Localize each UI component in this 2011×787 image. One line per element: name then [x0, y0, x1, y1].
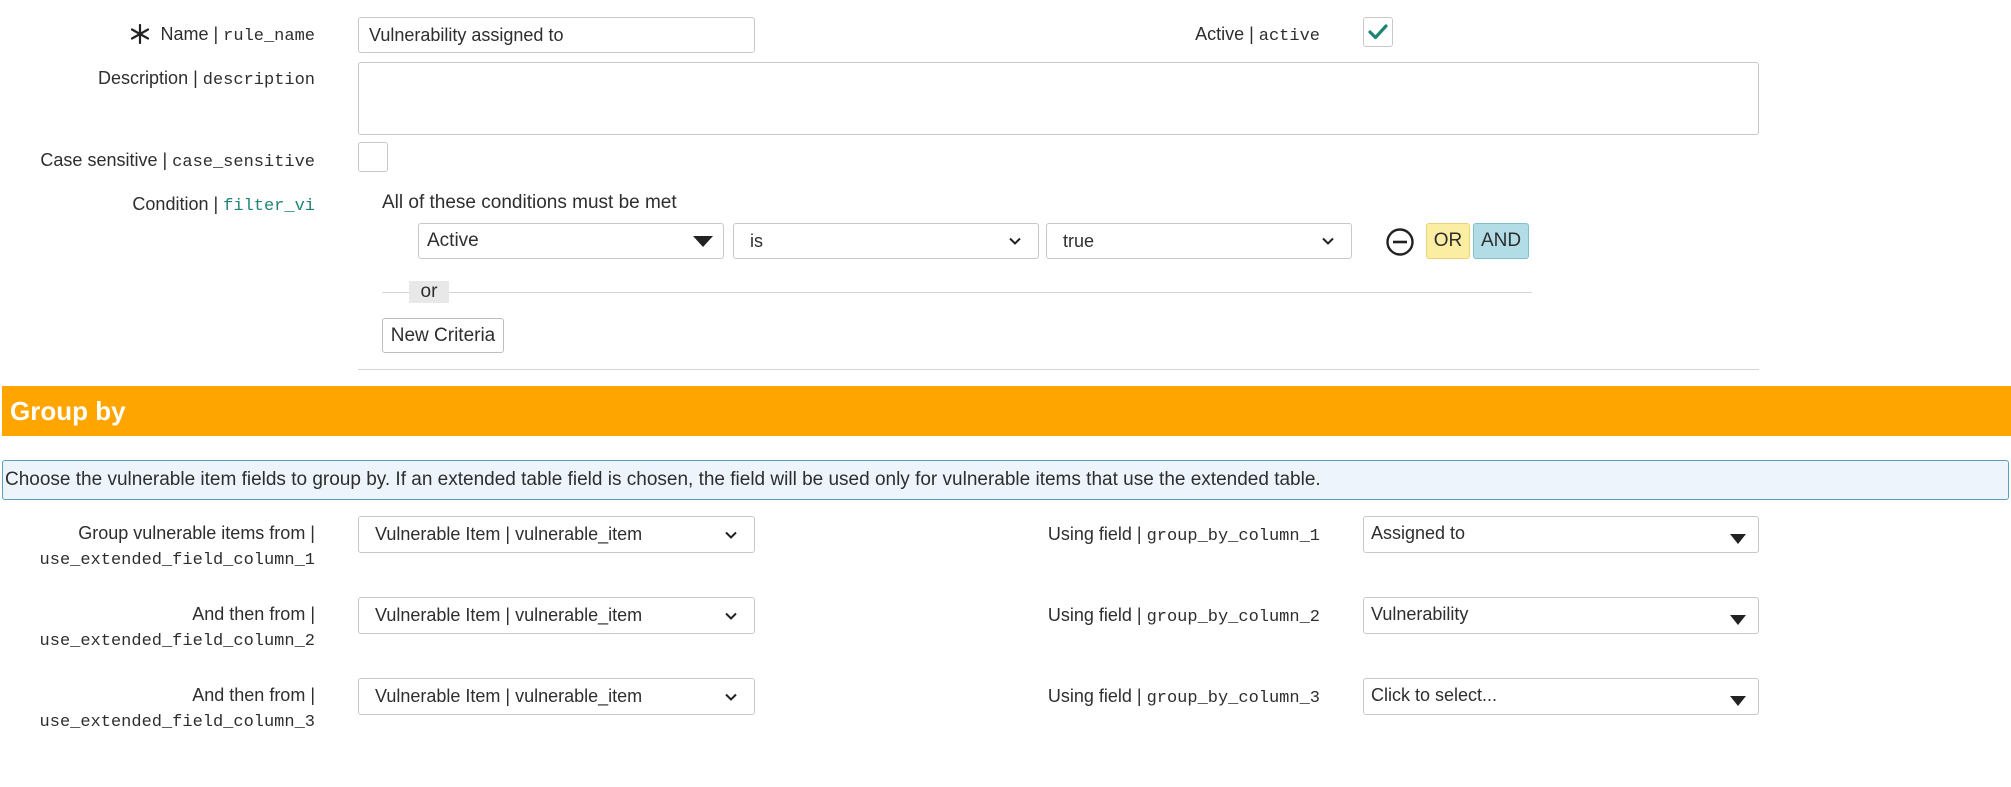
chevron-down-icon [1009, 237, 1021, 245]
caret-down-icon [693, 235, 713, 247]
condition-operator-value: is [750, 230, 763, 251]
name-label-text: Name | [160, 24, 219, 44]
group-from-select-3[interactable]: Vulnerable Item | vulnerable_item [358, 678, 755, 715]
group-by-header: Group by [2, 386, 2011, 436]
using-field-value-3: Click to select... [1371, 685, 1498, 705]
chevron-down-icon [725, 612, 737, 620]
condition-field-id: filter_vi [223, 197, 315, 216]
case-sensitive-checkbox[interactable] [358, 142, 388, 172]
active-field-id: active [1258, 27, 1320, 46]
group-from-field-id-3: use_extended_field_column_3 [39, 713, 315, 732]
using-field-label-3: Using field | group_by_column_3 [1000, 683, 1320, 712]
using-field-label-text-2: Using field | [1047, 605, 1142, 625]
required-indicator [128, 21, 152, 47]
or-button-label: OR [1433, 230, 1463, 251]
condition-label-text: Condition | [132, 194, 219, 214]
group-from-value-1: Vulnerable Item | vulnerable_item [375, 524, 643, 544]
name-input[interactable]: Vulnerability assigned to [358, 17, 755, 53]
group-from-select-2[interactable]: Vulnerable Item | vulnerable_item [358, 597, 755, 634]
using-field-id-3: group_by_column_3 [1146, 689, 1320, 708]
group-from-field-id-2: use_extended_field_column_2 [39, 632, 315, 651]
using-field-id-1: group_by_column_1 [1146, 527, 1320, 546]
asterisk-icon [130, 23, 150, 45]
using-field-select-3[interactable]: Click to select... [1363, 678, 1759, 715]
group-from-label-text-3: And then from | [192, 685, 315, 705]
using-field-value-2: Vulnerability [1371, 604, 1469, 624]
and-button-label: AND [1480, 230, 1522, 251]
or-button[interactable]: OR [1426, 223, 1470, 259]
active-checkbox[interactable] [1363, 17, 1393, 47]
group-from-value-2: Vulnerable Item | vulnerable_item [375, 605, 643, 625]
new-criteria-label: New Criteria [390, 324, 496, 346]
group-by-title: Group by [10, 395, 126, 426]
chevron-down-icon [1322, 237, 1334, 245]
condition-heading: All of these conditions must be met [382, 192, 677, 213]
new-criteria-button[interactable]: New Criteria [382, 318, 504, 353]
active-label-text: Active | [1195, 24, 1254, 44]
condition-value-value: true [1063, 230, 1095, 251]
name-input-value: Vulnerability assigned to [369, 24, 564, 45]
active-label: Active | active [1100, 21, 1320, 50]
chevron-down-icon [725, 531, 737, 539]
case-sensitive-field-id: case_sensitive [172, 153, 315, 172]
group-by-info-message: Choose the vulnerable item fields to gro… [2, 460, 2009, 500]
group-from-field-id-1: use_extended_field_column_1 [39, 551, 315, 570]
caret-down-icon [1730, 615, 1746, 625]
using-field-label-1: Using field | group_by_column_1 [1000, 521, 1320, 550]
group-from-select-1[interactable]: Vulnerable Item | vulnerable_item [358, 516, 755, 553]
chevron-down-icon [725, 693, 737, 701]
using-field-select-2[interactable]: Vulnerability [1363, 597, 1759, 634]
condition-field-select[interactable]: Active [418, 223, 724, 259]
or-separator-label: or [409, 281, 449, 303]
using-field-id-2: group_by_column_2 [1146, 608, 1320, 627]
minus-circle-icon [1386, 228, 1414, 256]
description-label-text: Description | [98, 68, 198, 88]
using-field-label-text-1: Using field | [1047, 524, 1142, 544]
description-field-id: description [202, 71, 315, 90]
condition-bottom-divider [358, 369, 1759, 370]
checkmark-icon [1368, 24, 1388, 40]
group-from-label-3: And then from | use_extended_field_colum… [20, 682, 315, 736]
condition-value-select[interactable]: true [1046, 223, 1352, 259]
caret-down-icon [1730, 534, 1746, 544]
condition-field-value: Active [427, 230, 479, 251]
case-sensitive-label: Case sensitive | case_sensitive [20, 147, 315, 176]
group-from-label-2: And then from | use_extended_field_colum… [20, 601, 315, 655]
or-separator-line [382, 292, 1532, 293]
description-label: Description | description [40, 65, 315, 94]
case-sensitive-label-text: Case sensitive | [40, 150, 168, 170]
name-field-id: rule_name [223, 27, 315, 46]
description-textarea[interactable] [358, 62, 1759, 135]
group-from-value-3: Vulnerable Item | vulnerable_item [375, 686, 643, 706]
using-field-value-1: Assigned to [1371, 523, 1466, 543]
name-label: Name | rule_name [150, 21, 315, 50]
and-button[interactable]: AND [1473, 223, 1529, 259]
using-field-label-text-3: Using field | [1047, 686, 1142, 706]
remove-condition-button[interactable] [1385, 227, 1415, 257]
group-from-label-text-2: And then from | [192, 604, 315, 624]
group-from-label-1: Group vulnerable items from | use_extend… [20, 520, 315, 574]
group-by-info-text: Choose the vulnerable item fields to gro… [5, 469, 1321, 490]
using-field-select-1[interactable]: Assigned to [1363, 516, 1759, 553]
group-from-label-text-1: Group vulnerable items from | [78, 523, 315, 543]
condition-label: Condition | filter_vi [80, 191, 315, 220]
caret-down-icon [1730, 696, 1746, 706]
condition-operator-select[interactable]: is [733, 223, 1039, 259]
using-field-label-2: Using field | group_by_column_2 [1000, 602, 1320, 631]
